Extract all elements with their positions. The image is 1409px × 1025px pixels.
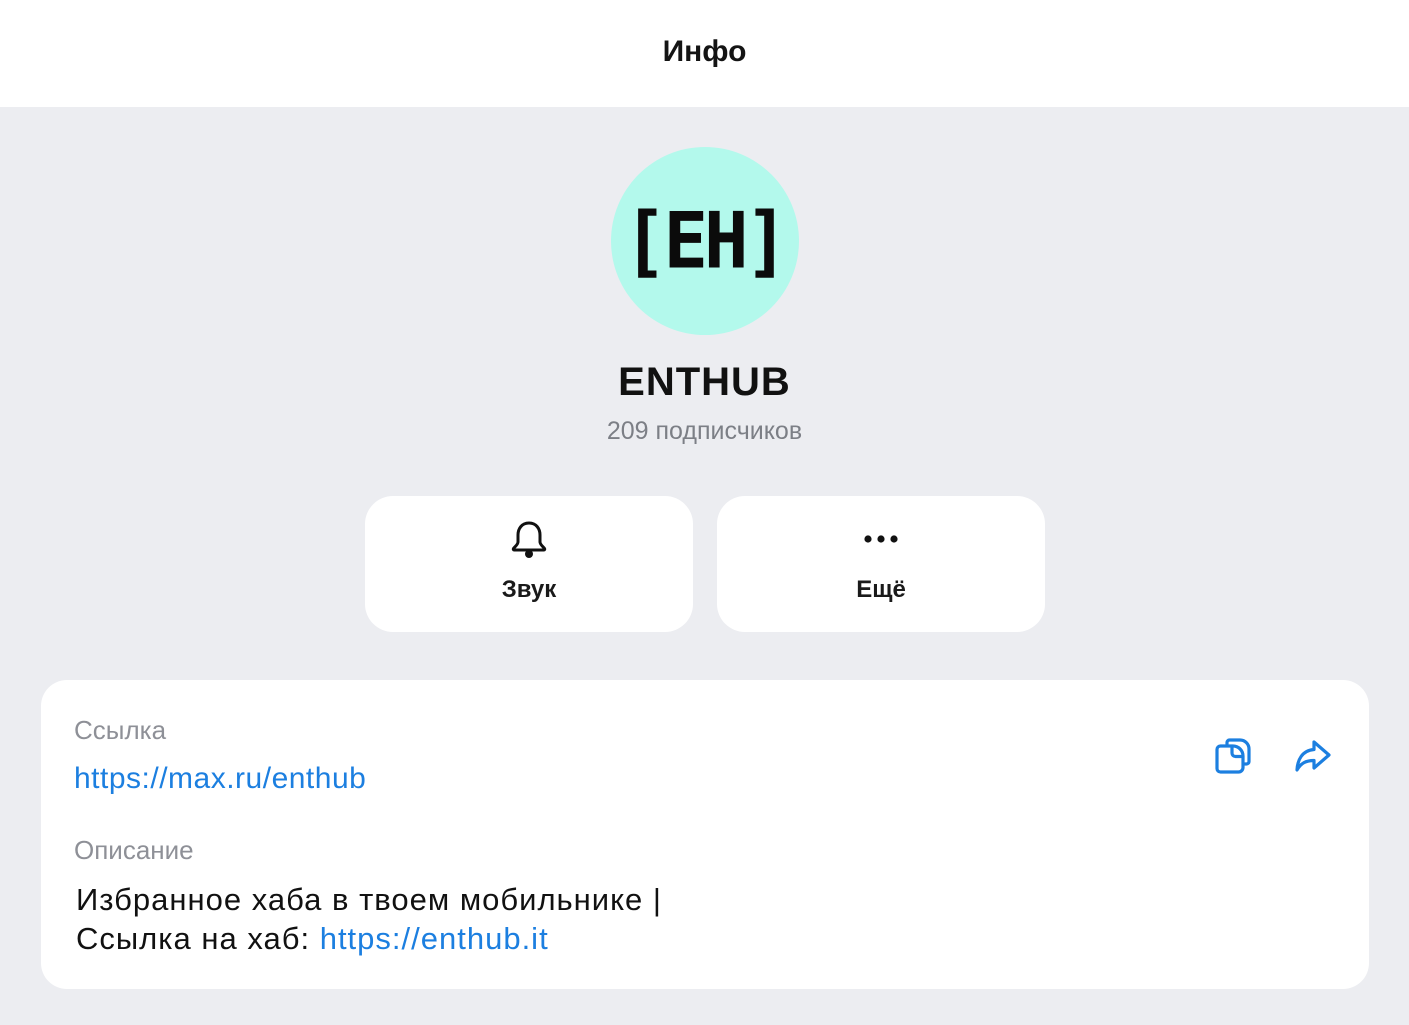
more-dots-icon (860, 518, 902, 560)
info-card: Ссылка https://max.ru/enthub Описание Из… (41, 680, 1369, 989)
description-line-2: Ссылка на хаб: https://enthub.it (76, 919, 662, 958)
copy-icon[interactable] (1213, 736, 1253, 776)
page-title: Инфо (662, 35, 747, 68)
description-text: Избранное хаба в твоем мобильнике | Ссыл… (76, 880, 662, 958)
channel-avatar[interactable]: [EH] (611, 147, 799, 335)
avatar-logo-text: [EH] (622, 195, 789, 287)
share-icon[interactable] (1293, 736, 1333, 776)
description-line-1: Избранное хаба в твоем мобильнике | (76, 882, 662, 917)
top-bar: Инфо (0, 0, 1409, 107)
bell-icon (508, 518, 550, 560)
link-label: Ссылка (74, 715, 167, 745)
description-label: Описание (74, 835, 194, 865)
channel-link[interactable]: https://max.ru/enthub (74, 762, 366, 796)
channel-name: ENTHUB (618, 360, 791, 404)
more-button-label: Ещё (856, 576, 906, 603)
description-line-2-prefix: Ссылка на хаб: (76, 921, 320, 956)
description-hub-link[interactable]: https://enthub.it (320, 921, 549, 956)
subscriber-count: 209 подписчиков (606, 417, 803, 445)
sound-button-label: Звук (501, 576, 557, 603)
sound-button[interactable]: Звук (365, 496, 693, 632)
more-button[interactable]: Ещё (717, 496, 1045, 632)
